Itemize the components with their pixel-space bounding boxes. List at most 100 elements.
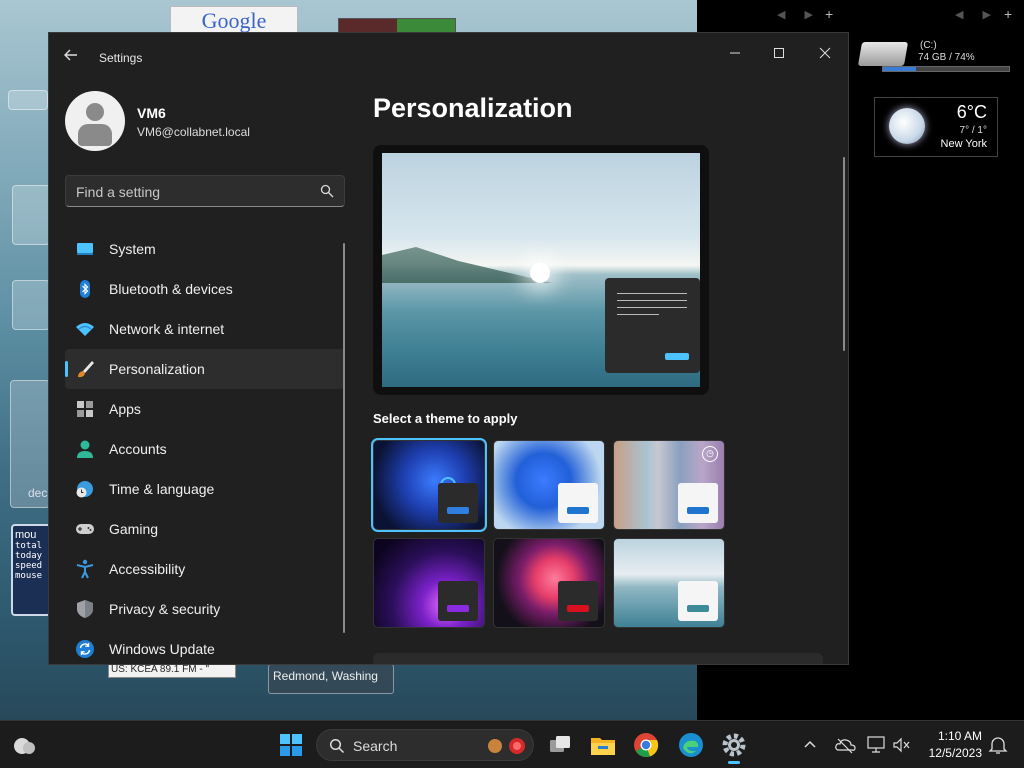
sidebar-item-windows-update[interactable]: Windows Update	[65, 629, 345, 664]
chrome-icon[interactable]	[632, 731, 660, 759]
desktop-photo-gadget[interactable]	[12, 280, 50, 330]
mouse-widget-line: mouse	[15, 571, 43, 581]
weather-city: New York	[940, 138, 987, 150]
theme-swatch	[678, 581, 718, 621]
theme-tile-windows-light[interactable]	[493, 440, 605, 530]
volume-muted-icon[interactable]	[892, 735, 912, 755]
page-title: Personalization	[373, 93, 573, 123]
preview-sample-window	[605, 278, 700, 373]
theme-tile-windows-dark[interactable]	[371, 438, 487, 532]
content-scrollbar[interactable]	[843, 157, 845, 351]
search-highlight-icon	[488, 738, 525, 754]
shield-icon	[77, 600, 93, 618]
panel-nav-arrows-right[interactable]: ◀ ▶	[955, 8, 999, 21]
clock-time[interactable]: 1:10 AM	[926, 729, 982, 743]
taskbar-search[interactable]: Search	[316, 729, 534, 761]
theme-tile-flow[interactable]	[493, 538, 605, 628]
theme-swatch	[558, 483, 598, 523]
mouse-widget-line: total	[15, 541, 43, 551]
drive-usage-bar	[882, 66, 1010, 72]
settings-taskbar-button[interactable]	[720, 731, 748, 764]
next-settings-card[interactable]	[373, 653, 823, 664]
theme-tile-glow[interactable]: ◷	[613, 440, 725, 530]
windows-logo-icon	[280, 734, 302, 756]
drive-name: (C:)	[920, 40, 937, 51]
file-explorer-icon[interactable]	[589, 731, 617, 759]
start-button[interactable]	[277, 731, 305, 759]
taskbar: Search 1:10 AM 12/5/2023	[0, 720, 1024, 768]
sidebar-item-label: System	[109, 241, 156, 257]
search-icon[interactable]	[320, 184, 334, 198]
desktop-folder-gadget[interactable]	[12, 185, 50, 245]
sidebar-item-label: Network & internet	[109, 321, 225, 337]
theme-tile-sunrise[interactable]	[613, 538, 725, 628]
drive-space-widget[interactable]: (C:) 74 GB / 74%	[857, 40, 1014, 76]
sidebar-item-network[interactable]: Network & internet	[65, 309, 345, 349]
sidebar-item-label: Accounts	[109, 441, 167, 457]
notifications-icon[interactable]	[988, 735, 1008, 755]
weather-range: 7° / 1°	[959, 125, 987, 136]
theme-swatch	[438, 483, 478, 523]
theme-preview	[373, 145, 709, 395]
sidebar-item-time-language[interactable]: Time & language	[65, 469, 345, 509]
desktop-drive-gadget[interactable]	[8, 90, 48, 110]
system-icon	[77, 243, 93, 255]
window-title: Settings	[99, 51, 143, 65]
gear-icon	[722, 733, 746, 757]
sidebar-item-personalization[interactable]: Personalization	[65, 349, 345, 389]
hard-drive-icon	[857, 42, 909, 66]
sidebar-item-label: Privacy & security	[109, 601, 221, 617]
sidebar-item-label: Windows Update	[109, 641, 215, 657]
task-view-icon[interactable]	[546, 731, 574, 759]
bluetooth-icon	[80, 280, 90, 298]
mouse-widget-title: mou	[15, 529, 37, 541]
globe-clock-icon	[76, 481, 93, 498]
clock-date[interactable]: 12/5/2023	[916, 746, 982, 760]
profile-email: VM6@collabnet.local	[137, 125, 250, 139]
personalization-page: Personalization Select a theme to apply	[371, 33, 848, 664]
sidebar-item-bluetooth[interactable]: Bluetooth & devices	[65, 269, 345, 309]
avatar[interactable]	[65, 91, 125, 151]
find-setting-input[interactable]: Find a setting	[65, 175, 345, 207]
search-icon	[329, 738, 345, 754]
user-profile[interactable]: VM6 VM6@collabnet.local	[65, 91, 355, 155]
theme-tile-captured-motion[interactable]	[373, 538, 485, 628]
theme-swatch	[558, 581, 598, 621]
sidebar-item-accounts[interactable]: Accounts	[65, 429, 345, 469]
network-icon	[76, 323, 94, 336]
mouse-meter-widget[interactable]: mou total today speed mouse	[11, 524, 51, 616]
arrow-left-icon	[64, 49, 77, 61]
weather-cloud-icon[interactable]	[10, 731, 38, 759]
sidebar-item-privacy-security[interactable]: Privacy & security	[65, 589, 345, 629]
weather-widget[interactable]: 6°C 7° / 1° New York	[874, 97, 998, 157]
theme-swatch	[678, 483, 718, 523]
onedrive-icon[interactable]	[834, 735, 856, 755]
mouse-widget-line: today	[15, 551, 43, 561]
sidebar-item-label: Personalization	[109, 361, 205, 377]
chevron-up-icon[interactable]	[800, 735, 820, 755]
drive-usage: 74 GB / 74%	[918, 52, 975, 63]
settings-window: Settings VM6 VM6@collabnet.local Find a …	[48, 32, 849, 665]
sidebar-item-label: Apps	[109, 401, 141, 417]
panel-add-button-right[interactable]: +	[1004, 6, 1012, 22]
network-icon[interactable]	[866, 735, 886, 755]
sidebar-item-gaming[interactable]: Gaming	[65, 509, 345, 549]
mouse-widget-line: speed	[15, 561, 43, 571]
active-app-indicator	[728, 761, 740, 764]
accessibility-icon	[76, 559, 94, 579]
accounts-icon	[77, 440, 93, 458]
moon-icon	[889, 108, 925, 144]
sidebar-item-apps[interactable]: Apps	[65, 389, 345, 429]
panel-add-button[interactable]: +	[825, 6, 833, 22]
sidebar-item-label: Bluetooth & devices	[109, 281, 233, 297]
sidebar-item-label: Time & language	[109, 481, 215, 497]
sidebar-item-accessibility[interactable]: Accessibility	[65, 549, 345, 589]
edge-icon[interactable]	[677, 731, 705, 759]
panel-nav-arrows[interactable]: ◀ ▶	[777, 8, 821, 21]
preview-accent-button	[665, 353, 689, 360]
sidebar-item-system[interactable]: System	[65, 229, 345, 269]
weather-location-widget[interactable]: Redmond, Washing	[268, 664, 394, 694]
google-widget[interactable]: Google	[170, 6, 298, 34]
nav-scrollbar[interactable]	[343, 243, 345, 633]
back-button[interactable]	[61, 47, 81, 67]
